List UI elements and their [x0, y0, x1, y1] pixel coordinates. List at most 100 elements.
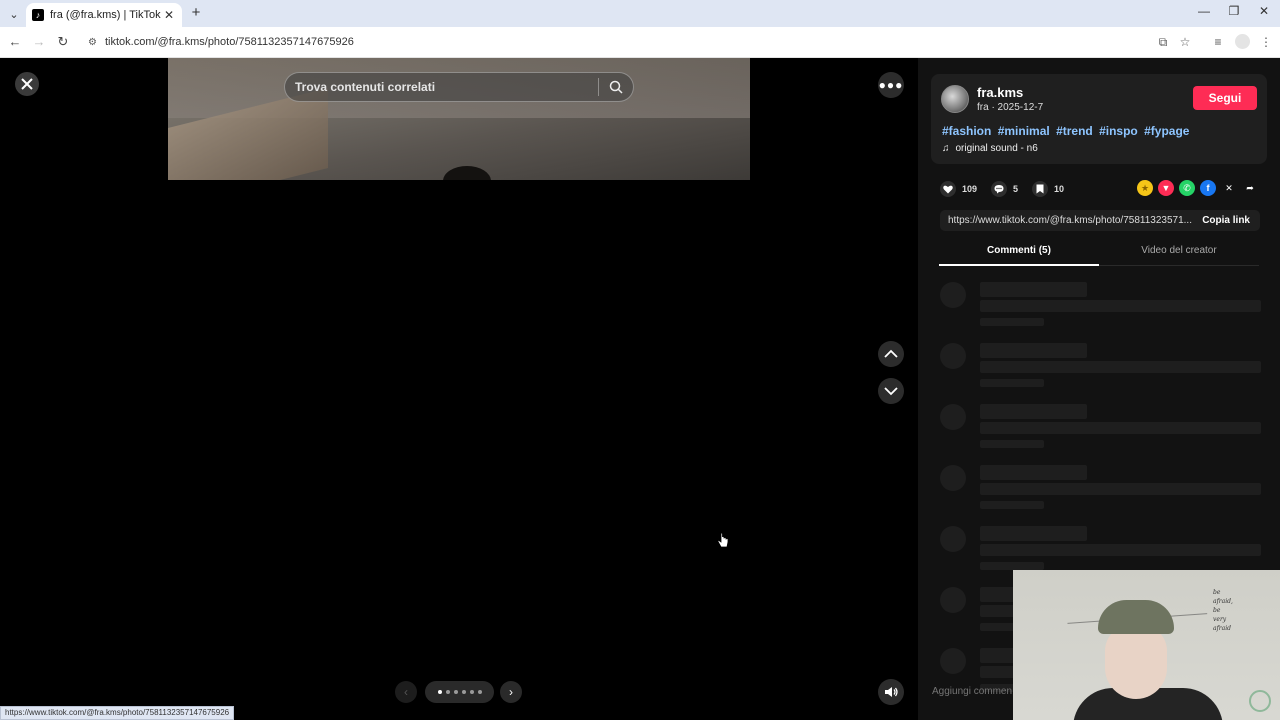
wall-poster: be afraid, be very afraid	[1213, 588, 1233, 633]
hand-cursor-icon	[717, 532, 729, 554]
slide-dot[interactable]	[437, 690, 442, 694]
skeleton-avatar	[940, 343, 966, 369]
photo-viewer: ●●● ‹ ›	[0, 58, 918, 720]
search-icon[interactable]	[599, 80, 633, 94]
skeleton-line	[980, 526, 1087, 541]
tiktok-icon: ♪	[32, 9, 44, 21]
tab-close-icon[interactable]: ✕	[162, 8, 176, 22]
engagement-stats: 109 5 10	[940, 180, 1078, 198]
slide-dot[interactable]	[453, 690, 458, 694]
address-bar[interactable]: ⚙ tiktok.com/@fra.kms/photo/758113235714…	[80, 30, 1200, 54]
photo-subject	[443, 166, 491, 180]
next-post-button[interactable]	[878, 378, 904, 404]
reload-icon[interactable]: ↻	[54, 33, 72, 51]
bookmark-star-icon[interactable]: ☆	[1177, 34, 1193, 50]
site-settings-icon[interactable]: ⚙	[88, 37, 97, 48]
browser-toolbar: ← → ↻ ⚙ tiktok.com/@fra.kms/photo/758113…	[0, 27, 1280, 58]
restore-icon[interactable]: ❐	[1226, 4, 1242, 18]
speaker-icon	[885, 687, 898, 697]
skeleton-line	[980, 501, 1044, 509]
save-button[interactable]: 10	[1032, 181, 1064, 197]
slide-dot[interactable]	[461, 690, 466, 694]
hashtag-link[interactable]: #minimal	[998, 124, 1050, 138]
skeleton-avatar	[940, 526, 966, 552]
skeleton-avatar	[940, 465, 966, 491]
skeleton-line	[980, 343, 1087, 358]
skeleton-line	[980, 544, 1261, 556]
profile-avatar[interactable]	[1235, 34, 1250, 49]
browser-tab[interactable]: ♪ fra (@fra.kms) | TikTok ✕	[26, 3, 182, 27]
chevron-up-icon	[884, 349, 898, 358]
hashtag-link[interactable]: #fypage	[1144, 124, 1189, 138]
skeleton-line	[980, 282, 1087, 297]
browser-tab-bar: ⌄ ♪ fra (@fra.kms) | TikTok ✕ + — ❐ ✕	[0, 0, 1280, 27]
author-subline: fra · 2025-12-7	[977, 102, 1044, 113]
volume-button[interactable]	[878, 679, 904, 705]
skeleton-line	[980, 379, 1044, 387]
tab-creator-videos[interactable]: Video del creator	[1099, 240, 1259, 266]
poster-line: afraid,	[1213, 598, 1233, 605]
comment-count: 5	[1013, 184, 1019, 194]
hashtag-link[interactable]: #trend	[1056, 124, 1093, 138]
bookmark-icon	[1032, 181, 1049, 197]
share-send-icon[interactable]: ▼	[1158, 180, 1174, 196]
slide-dot[interactable]	[445, 690, 450, 694]
chevron-down-icon	[884, 387, 898, 396]
tab-list-chevron-icon[interactable]: ⌄	[5, 5, 23, 23]
author-avatar[interactable]	[941, 85, 969, 113]
previous-post-button[interactable]	[878, 341, 904, 367]
share-link-url[interactable]: https://www.tiktok.com/@fra.kms/photo/75…	[940, 215, 1192, 226]
poster-line: be	[1213, 589, 1221, 596]
sound-link[interactable]: ♫ original sound - n6	[942, 143, 1038, 154]
whatsapp-icon[interactable]: ✆	[1179, 180, 1195, 196]
share-options: ★ ▼ ✆ f ✕ ➦	[1137, 180, 1258, 196]
slide-indicator	[425, 681, 494, 703]
next-slide-button[interactable]: ›	[500, 681, 522, 703]
webcam-overlay: be afraid, be very afraid	[1013, 570, 1280, 720]
close-viewer-button[interactable]	[15, 72, 39, 96]
follow-button[interactable]: Segui	[1193, 86, 1257, 110]
related-search-bar	[284, 72, 634, 102]
sound-name: original sound - n6	[955, 143, 1038, 154]
skeleton-avatar	[940, 587, 966, 613]
back-arrow-icon[interactable]: ←	[6, 33, 24, 51]
hashtag-link[interactable]: #inspo	[1099, 124, 1138, 138]
person-cap	[1098, 600, 1174, 634]
person-face	[1105, 625, 1167, 699]
tab-comments[interactable]: Commenti (5)	[939, 240, 1099, 266]
window-close-icon[interactable]: ✕	[1256, 4, 1272, 18]
author-username[interactable]: fra.kms	[977, 85, 1023, 100]
comment-button[interactable]: 5	[991, 181, 1018, 197]
copy-link-button[interactable]: Copia link	[1192, 215, 1260, 226]
skeleton-avatar	[940, 282, 966, 308]
poster-line: afraid	[1213, 625, 1232, 632]
like-button[interactable]: 109	[940, 181, 977, 197]
reading-list-icon[interactable]: ≡	[1210, 34, 1226, 50]
x-icon[interactable]: ✕	[1221, 180, 1237, 196]
skeleton-avatar	[940, 404, 966, 430]
skeleton-line	[980, 318, 1044, 326]
kebab-menu-icon[interactable]: ⋮	[1258, 34, 1274, 50]
share-arrow-icon[interactable]: ➦	[1242, 180, 1258, 196]
forward-arrow-icon[interactable]: →	[30, 33, 48, 51]
related-search-input[interactable]	[285, 73, 598, 101]
previous-slide-button[interactable]: ‹	[395, 681, 417, 703]
post-info-card: fra.kms fra · 2025-12-7 Segui #fashion #…	[931, 74, 1267, 164]
share-repost-icon[interactable]: ★	[1137, 180, 1153, 196]
slide-dot[interactable]	[477, 690, 482, 694]
hashtag-link[interactable]: #fashion	[942, 124, 991, 138]
add-comment-input[interactable]	[932, 679, 1012, 703]
install-app-icon[interactable]: ⧉	[1155, 34, 1171, 50]
music-note-icon: ♫	[942, 143, 950, 154]
new-tab-plus-icon[interactable]: +	[188, 5, 204, 21]
close-icon	[21, 78, 33, 90]
facebook-icon[interactable]: f	[1200, 180, 1216, 196]
minimize-icon[interactable]: —	[1196, 4, 1212, 18]
skeleton-line	[980, 422, 1261, 434]
more-options-button[interactable]: ●●●	[878, 72, 904, 98]
slide-dot[interactable]	[469, 690, 474, 694]
skeleton-line	[980, 465, 1087, 480]
address-url: tiktok.com/@fra.kms/photo/75811323571476…	[104, 36, 354, 48]
tab-title: fra (@fra.kms) | TikTok	[50, 9, 161, 21]
share-link-box: https://www.tiktok.com/@fra.kms/photo/75…	[940, 210, 1260, 231]
